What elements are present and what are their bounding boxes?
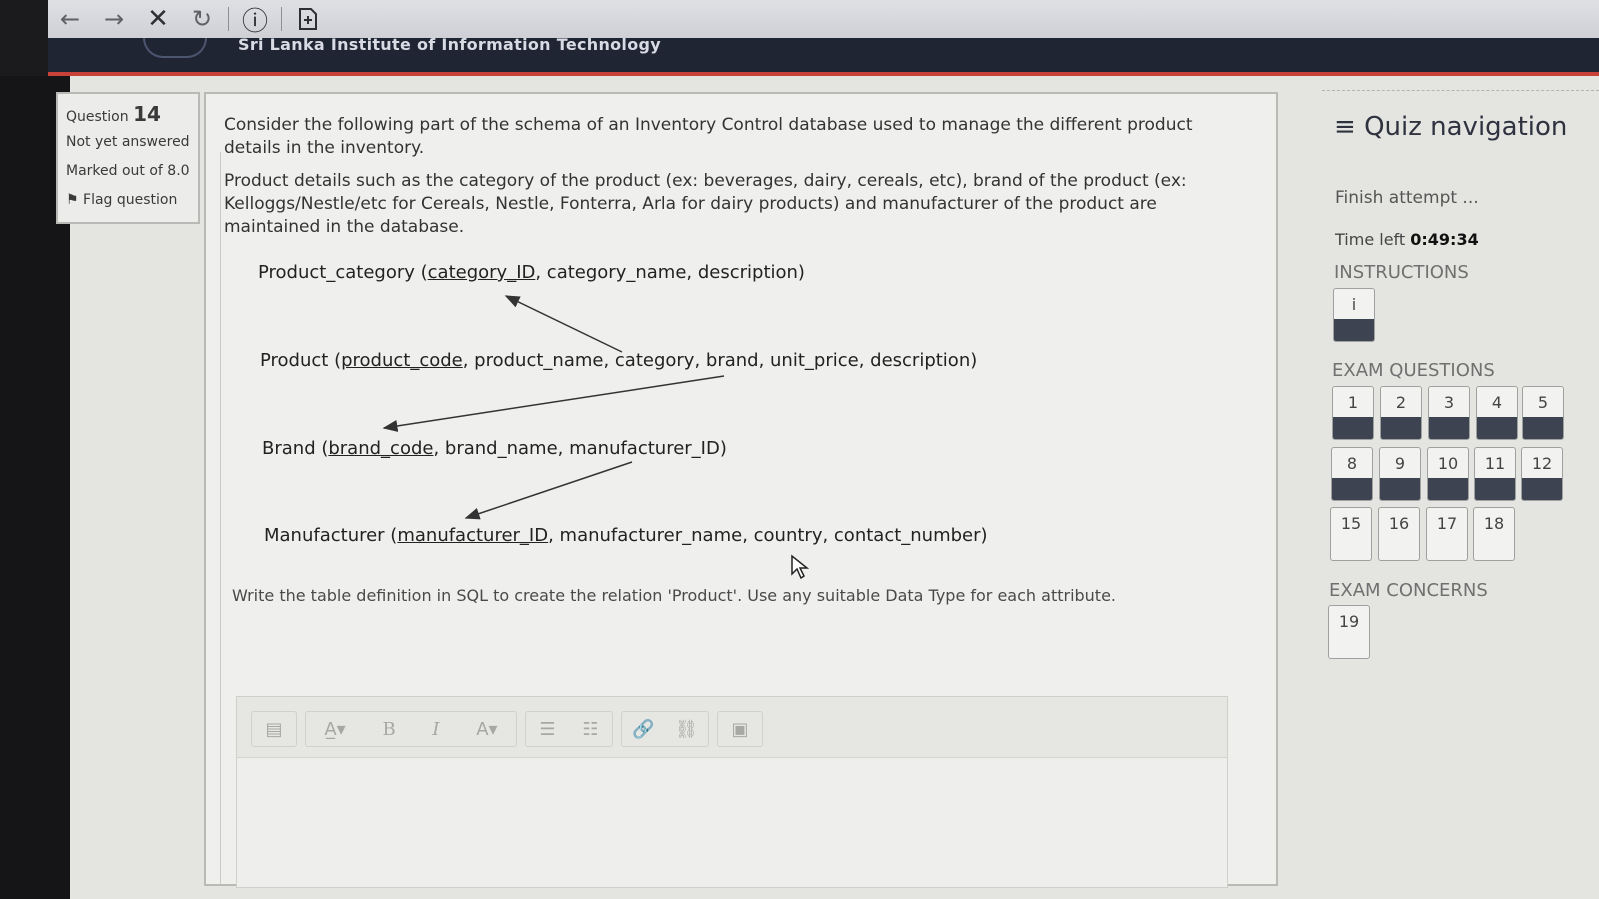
answer-editor[interactable]: ▤ A̲▾ B I A▾ ☰ ☷ 🔗 ⛓ ▣ [236, 696, 1228, 888]
nav-button-label: 10 [1437, 454, 1459, 473]
nav-button-label: 2 [1395, 393, 1407, 412]
nav-instructions-button[interactable]: i [1333, 288, 1375, 342]
nav-question-5[interactable]: 5 [1522, 386, 1564, 440]
menu-icon[interactable]: ≡ [1334, 112, 1356, 142]
back-icon[interactable]: ← [48, 3, 92, 35]
insert-image-button[interactable]: ▣ [725, 719, 754, 740]
question-number: Question 14 [66, 102, 161, 126]
nav-button-label: 19 [1338, 612, 1360, 631]
nav-button-label: 4 [1491, 393, 1503, 412]
site-logo[interactable] [143, 38, 207, 58]
toolbar-divider [281, 7, 282, 31]
unordered-list-button[interactable]: ☰ [533, 719, 561, 740]
nav-button-label: 12 [1531, 454, 1553, 473]
finish-attempt-link[interactable]: Finish attempt ... [1335, 188, 1479, 208]
nav-question-3[interactable]: 3 [1428, 386, 1470, 440]
question-info: Question 14 Not yet answered Marked out … [56, 92, 200, 224]
link-group: 🔗 ⛓ [621, 711, 709, 747]
browser-toolbar: ← → ✕ ↻ ⓘ [48, 0, 1599, 38]
instructions-title: INSTRUCTIONS [1334, 262, 1469, 283]
fk-arrow-manufacturer [464, 461, 633, 520]
fk-arrow-brand [382, 375, 725, 432]
toolbar-toggle-group: ▤ [251, 711, 297, 747]
toolbar-toggle-button[interactable]: ▤ [259, 719, 288, 740]
nav-button-label: 9 [1394, 454, 1406, 473]
nav-question-9[interactable]: 9 [1379, 447, 1421, 501]
answered-indicator [1334, 319, 1374, 341]
fk-arrow-category [504, 295, 623, 353]
question-content: Consider the following part of the schem… [204, 92, 1278, 888]
answered-indicator [1475, 478, 1515, 500]
list-group: ☰ ☷ [525, 711, 613, 747]
question-prompt: Write the table definition in SQL to cre… [232, 586, 1117, 605]
time-left-label: Time left [1335, 230, 1406, 249]
image-group: ▣ [717, 711, 763, 747]
nav-question-17[interactable]: 17 [1426, 507, 1468, 561]
exam-questions-title: EXAM QUESTIONS [1332, 360, 1495, 381]
time-left-value: 0:49:34 [1410, 230, 1479, 249]
new-tab-icon[interactable] [286, 3, 330, 35]
question-number-value: 14 [133, 102, 161, 126]
toolbar-divider [228, 7, 229, 31]
link-button[interactable]: 🔗 [626, 719, 660, 740]
unlink-button[interactable]: ⛓ [669, 719, 704, 740]
flag-icon: ⚑ [66, 192, 79, 208]
answered-indicator [1522, 478, 1562, 500]
nav-button-label: 3 [1443, 393, 1455, 412]
nav-question-1[interactable]: 1 [1332, 386, 1374, 440]
question-status: Not yet answered [66, 134, 190, 150]
site-title: Sri Lanka Institute of Information Techn… [238, 35, 661, 54]
answered-indicator [1428, 478, 1468, 500]
font-color-button[interactable]: A▾ [470, 719, 503, 740]
answered-indicator [1477, 417, 1517, 439]
text-format-group: A̲▾ B I A▾ [305, 711, 517, 747]
nav-button-label: 17 [1436, 514, 1458, 533]
editor-toolbar: ▤ A̲▾ B I A▾ ☰ ☷ 🔗 ⛓ ▣ [237, 697, 1227, 758]
nav-button-label: 18 [1483, 514, 1505, 533]
paragraph-style-button[interactable]: A̲▾ [318, 719, 351, 740]
reload-icon[interactable]: ↻ [180, 3, 224, 35]
nav-button-label: 11 [1484, 454, 1506, 473]
exam-concerns-title: EXAM CONCERNS [1329, 580, 1488, 601]
quiz-navigation-label: Quiz navigation [1364, 112, 1568, 142]
italic-button[interactable]: I [426, 719, 445, 740]
site-header: Sri Lanka Institute of Information Techn… [48, 35, 1599, 76]
quiz-navigation-title: ≡ Quiz navigation [1334, 112, 1567, 142]
bold-button[interactable]: B [376, 719, 401, 740]
answered-indicator [1429, 417, 1469, 439]
forward-icon[interactable]: → [92, 3, 136, 35]
nav-button-label: 15 [1340, 514, 1362, 533]
nav-question-8[interactable]: 8 [1331, 447, 1373, 501]
nav-button-label: i [1351, 295, 1357, 314]
nav-question-15[interactable]: 15 [1330, 507, 1372, 561]
nav-question-19[interactable]: 19 [1328, 605, 1370, 659]
nav-question-2[interactable]: 2 [1380, 386, 1422, 440]
nav-question-12[interactable]: 12 [1521, 447, 1563, 501]
nav-button-label: 5 [1537, 393, 1549, 412]
nav-question-11[interactable]: 11 [1474, 447, 1516, 501]
ordered-list-button[interactable]: ☷ [576, 719, 604, 740]
flag-question-button[interactable]: ⚑ Flag question [66, 192, 177, 208]
nav-button-label: 1 [1347, 393, 1359, 412]
nav-question-10[interactable]: 10 [1427, 447, 1469, 501]
nav-question-18[interactable]: 18 [1473, 507, 1515, 561]
flag-label: Flag question [83, 192, 178, 208]
answered-indicator [1333, 417, 1373, 439]
answered-indicator [1332, 478, 1372, 500]
nav-question-4[interactable]: 4 [1476, 386, 1518, 440]
nav-button-label: 16 [1388, 514, 1410, 533]
new-page-icon [299, 8, 317, 30]
quiz-nav-divider [1322, 90, 1599, 91]
question-label: Question [66, 109, 129, 125]
time-left: Time left 0:49:34 [1335, 230, 1479, 249]
answered-indicator [1380, 478, 1420, 500]
question-marks: Marked out of 8.0 [66, 163, 190, 179]
answered-indicator [1381, 417, 1421, 439]
nav-question-16[interactable]: 16 [1378, 507, 1420, 561]
stop-icon[interactable]: ✕ [136, 3, 180, 35]
answered-indicator [1523, 417, 1563, 439]
nav-button-label: 8 [1346, 454, 1358, 473]
info-icon[interactable]: ⓘ [233, 3, 277, 37]
mouse-cursor-icon [791, 554, 810, 580]
